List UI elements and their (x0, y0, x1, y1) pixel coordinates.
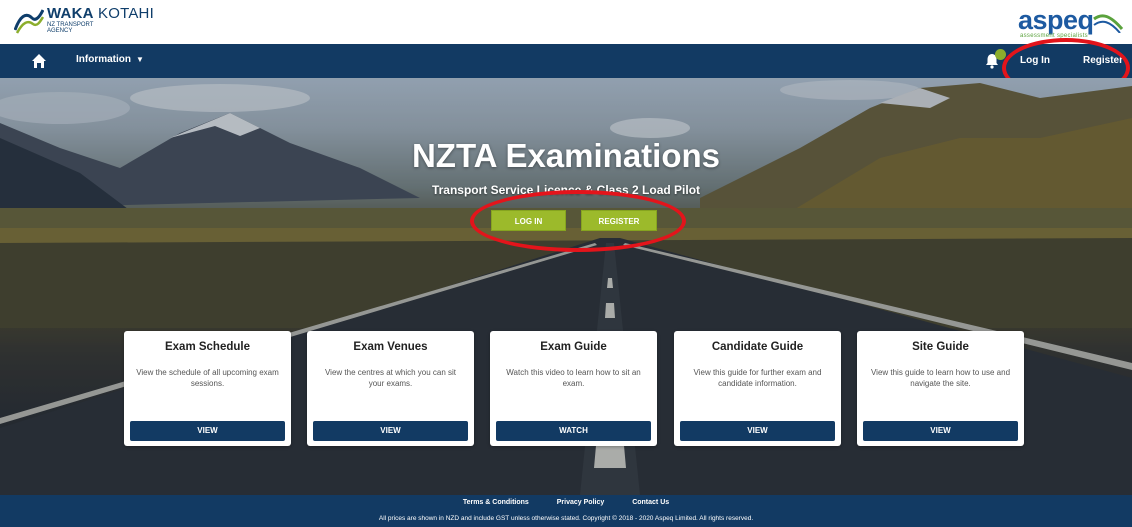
card-description: View the schedule of all upcoming exam s… (136, 368, 279, 388)
chevron-down-icon: ▼ (136, 55, 144, 64)
card-exam-schedule: Exam Schedule View the schedule of all u… (124, 331, 291, 446)
footer: Terms & Conditions Privacy Policy Contac… (0, 495, 1132, 527)
waka-brand-bold: WAKA (47, 5, 94, 22)
aspeq-logo[interactable]: aspeq assessment specialists (1012, 5, 1124, 41)
footer-copyright: All prices are shown in NZD and include … (378, 515, 754, 522)
annotation-circle-hero (470, 190, 686, 252)
card-exam-guide: Exam Guide Watch this video to learn how… (490, 331, 657, 446)
view-candidate-guide-button[interactable]: VIEW (680, 421, 835, 441)
hero-section: NZTA Examinations Transport Service Lice… (0, 78, 1132, 495)
waka-subtitle: NZ TRANSPORT AGENCY (47, 22, 94, 35)
aspeq-swoosh-icon (1093, 14, 1124, 33)
card-title: Exam Venues (353, 341, 428, 353)
main-navbar: Information ▼ Log In Register (0, 44, 1132, 78)
card-description: View the centres at which you can sit yo… (324, 368, 457, 388)
waka-brand-light: KOTAHI (98, 5, 154, 22)
footer-link-privacy[interactable]: Privacy Policy (557, 499, 604, 506)
card-description: Watch this video to learn how to sit an … (506, 368, 641, 388)
waka-kotahi-logo[interactable]: WAKA KOTAHI NZ TRANSPORT AGENCY (14, 6, 154, 40)
page-title: NZTA Examinations (411, 137, 721, 174)
footer-link-contact[interactable]: Contact Us (632, 499, 669, 506)
watch-exam-guide-button[interactable]: WATCH (496, 421, 651, 441)
card-site-guide: Site Guide View this guide to learn how … (857, 331, 1024, 446)
card-description: View this guide to learn how to use and … (870, 368, 1011, 388)
aspeq-wordmark: aspeq (1018, 5, 1094, 35)
card-title: Site Guide (912, 341, 969, 353)
footer-links: Terms & Conditions Privacy Policy Contac… (0, 499, 1132, 506)
waka-kotahi-mark-icon (14, 9, 44, 34)
information-menu[interactable]: Information ▼ (76, 54, 144, 65)
view-exam-venues-button[interactable]: VIEW (313, 421, 468, 441)
card-exam-venues: Exam Venues View the centres at which yo… (307, 331, 474, 446)
card-candidate-guide: Candidate Guide View this guide for furt… (674, 331, 841, 446)
information-label: Information (76, 54, 131, 65)
card-title: Candidate Guide (711, 341, 804, 353)
view-site-guide-button[interactable]: VIEW (863, 421, 1018, 441)
card-title: Exam Guide (540, 341, 607, 353)
view-exam-schedule-button[interactable]: VIEW (130, 421, 285, 441)
card-description: View this guide for further exam and can… (693, 368, 822, 388)
card-title: Exam Schedule (164, 341, 250, 353)
footer-link-terms[interactable]: Terms & Conditions (463, 499, 529, 506)
logo-bar: WAKA KOTAHI NZ TRANSPORT AGENCY aspeq as… (0, 0, 1132, 44)
home-icon[interactable] (31, 53, 47, 69)
